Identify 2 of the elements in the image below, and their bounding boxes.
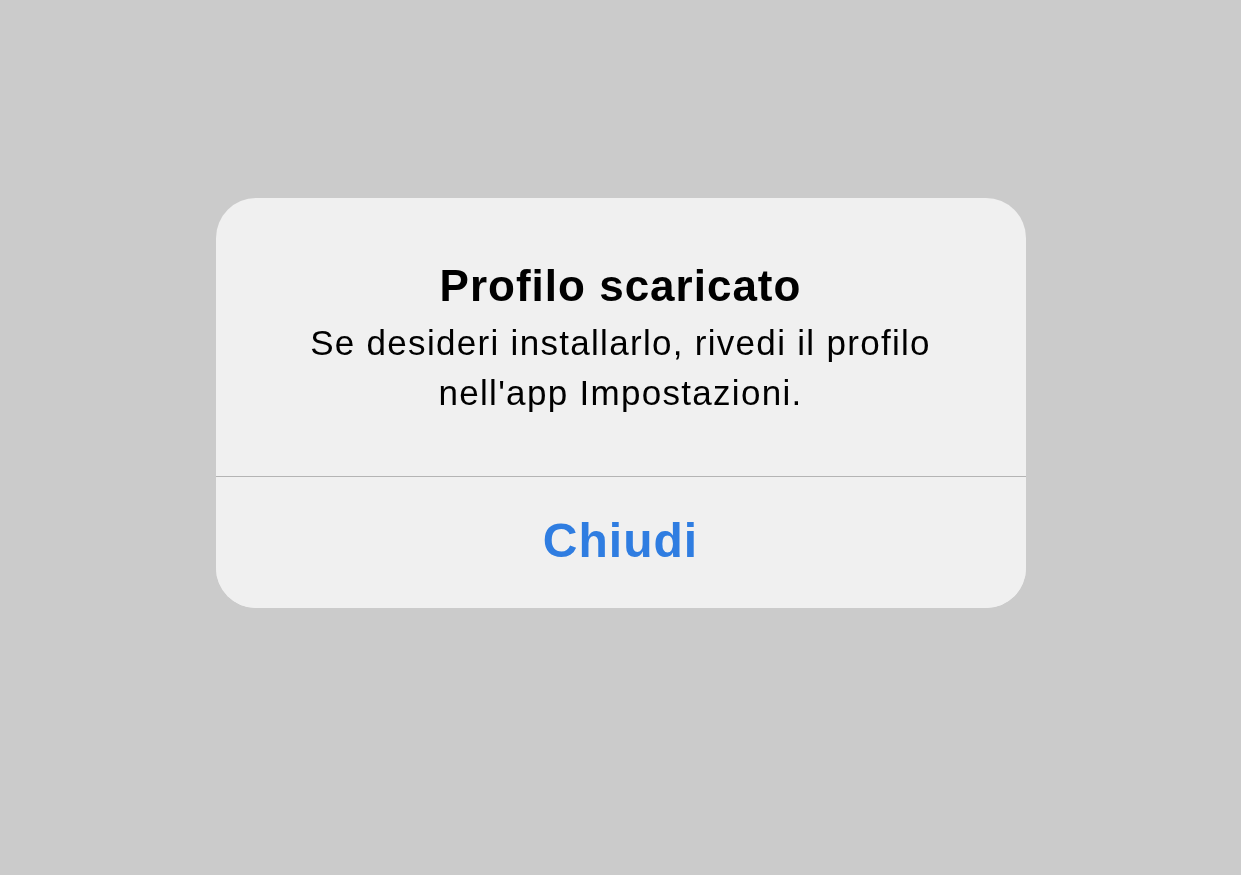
alert-message: Se desideri installarlo, rivedi il profilo nell'app Impostazioni. xyxy=(309,322,932,414)
alert-title: Profilo scaricato xyxy=(438,260,803,312)
